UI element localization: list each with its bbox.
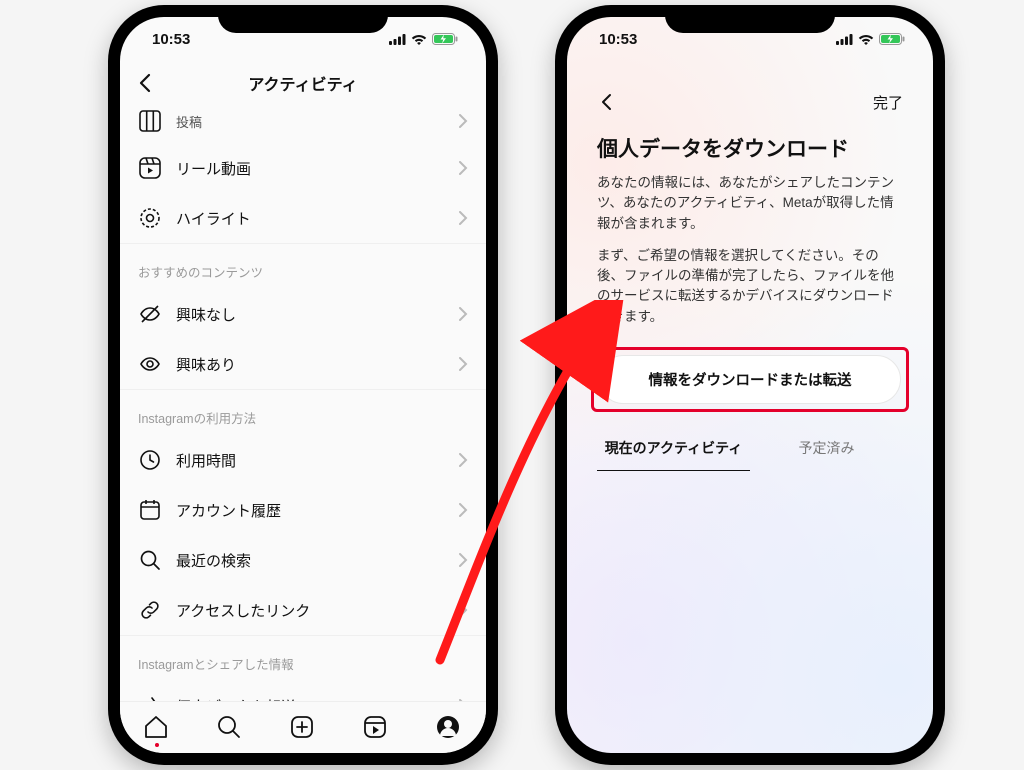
row-link-history[interactable]: アクセスしたリンク [120, 585, 486, 635]
section-recommended: おすすめのコンテンツ [120, 243, 486, 289]
reels-icon [138, 156, 162, 180]
highlight-download-button: 情報をダウンロードまたは転送 [591, 347, 909, 412]
row-interested[interactable]: 興味あり [120, 339, 486, 389]
row-label: アカウント履歴 [176, 500, 444, 521]
row-label: アクセスしたリンク [176, 600, 444, 621]
eye-off-icon [138, 302, 162, 326]
tab-profile[interactable] [435, 714, 463, 742]
chevron-right-icon [458, 453, 468, 467]
clock-icon [138, 448, 162, 472]
chevron-right-icon [458, 553, 468, 567]
screen-right: 10:53 完了 個人データをダウンロード あなたの情報には、あなたがシェアした… [567, 17, 933, 753]
chevron-right-icon [458, 307, 468, 321]
chevron-right-icon [458, 357, 468, 371]
tab-current-activity[interactable]: 現在のアクティビティ [597, 428, 750, 471]
battery-icon [432, 33, 458, 45]
tab-bar [120, 701, 486, 753]
tab-scheduled[interactable]: 予定済み [750, 428, 903, 471]
transfer-icon [138, 694, 162, 701]
row-label: ハイライト [176, 208, 444, 229]
row-label: 興味あり [176, 354, 444, 375]
row-label: リール動画 [176, 158, 444, 179]
section-usage: Instagramの利用方法 [120, 389, 486, 435]
row-transfer-data[interactable]: 個人データを転送 [120, 681, 486, 701]
modal-title: 個人データをダウンロード [597, 133, 903, 163]
profile-icon [435, 714, 461, 740]
search-icon [216, 714, 242, 740]
row-recent-searches[interactable]: 最近の検索 [120, 535, 486, 585]
section-shared-info: Instagramとシェアした情報 [120, 635, 486, 681]
modal-paragraph-1: あなたの情報には、あなたがシェアしたコンテンツ、あなたのアクティビティ、Meta… [597, 173, 903, 234]
page-title: アクティビティ [248, 71, 357, 95]
reels-icon [362, 714, 388, 740]
done-button[interactable]: 完了 [873, 92, 903, 113]
modal-container: 完了 個人データをダウンロード あなたの情報には、あなたがシェアしたコンテンツ、… [567, 61, 933, 753]
phone-frame-left: 10:53 アクティビティ 投稿 リール動画 [108, 5, 498, 765]
tab-search[interactable] [216, 714, 244, 742]
modal-header: 完了 [597, 85, 903, 119]
cellular-icon [389, 34, 406, 45]
settings-scroll[interactable]: 投稿 リール動画 ハイライト おすすめのコンテンツ 興味なし [120, 105, 486, 701]
download-data-modal: 完了 個人データをダウンロード あなたの情報には、あなたがシェアしたコンテンツ、… [579, 71, 921, 741]
tab-create[interactable] [289, 714, 317, 742]
highlight-icon [138, 206, 162, 230]
row-reels[interactable]: リール動画 [120, 143, 486, 193]
tab-home[interactable] [143, 714, 171, 742]
wifi-icon [858, 33, 874, 45]
back-button[interactable] [134, 71, 158, 95]
row-posts-truncated[interactable]: 投稿 [120, 105, 486, 143]
home-icon [143, 714, 169, 740]
notch [665, 5, 835, 33]
row-not-interested[interactable]: 興味なし [120, 289, 486, 339]
chevron-right-icon [458, 211, 468, 225]
row-account-history[interactable]: アカウント履歴 [120, 485, 486, 535]
chevron-right-icon [458, 161, 468, 175]
chevron-left-icon [597, 92, 617, 112]
plus-square-icon [289, 714, 315, 740]
row-label: 利用時間 [176, 450, 444, 471]
screen-left: 10:53 アクティビティ 投稿 リール動画 [120, 17, 486, 753]
chevron-left-icon [134, 71, 158, 95]
row-time-spent[interactable]: 利用時間 [120, 435, 486, 485]
battery-icon [879, 33, 905, 45]
chevron-right-icon [458, 603, 468, 617]
modal-paragraph-2: まず、ご希望の情報を選択してください。その後、ファイルの準備が完了したら、ファイ… [597, 246, 903, 327]
notch [218, 5, 388, 33]
notification-dot [155, 743, 159, 747]
back-button[interactable] [597, 92, 617, 112]
status-time: 10:53 [599, 31, 637, 48]
search-icon [138, 548, 162, 572]
calendar-icon [138, 498, 162, 522]
chevron-right-icon [458, 503, 468, 517]
tab-reels[interactable] [362, 714, 390, 742]
wifi-icon [411, 33, 427, 45]
activity-tabs: 現在のアクティビティ 予定済み [597, 428, 903, 471]
eye-icon [138, 352, 162, 376]
grid-icon [138, 109, 162, 133]
row-label: 最近の検索 [176, 550, 444, 571]
cellular-icon [836, 34, 853, 45]
nav-header: アクティビティ [120, 61, 486, 105]
row-label: 興味なし [176, 304, 444, 325]
status-indicators [389, 33, 458, 45]
link-icon [138, 598, 162, 622]
row-highlights[interactable]: ハイライト [120, 193, 486, 243]
status-time: 10:53 [152, 31, 190, 48]
chevron-right-icon [458, 114, 468, 128]
row-label: 投稿 [176, 112, 444, 131]
download-or-transfer-button[interactable]: 情報をダウンロードまたは転送 [599, 355, 901, 404]
status-indicators [836, 33, 905, 45]
phone-frame-right: 10:53 完了 個人データをダウンロード あなたの情報には、あなたがシェアした… [555, 5, 945, 765]
